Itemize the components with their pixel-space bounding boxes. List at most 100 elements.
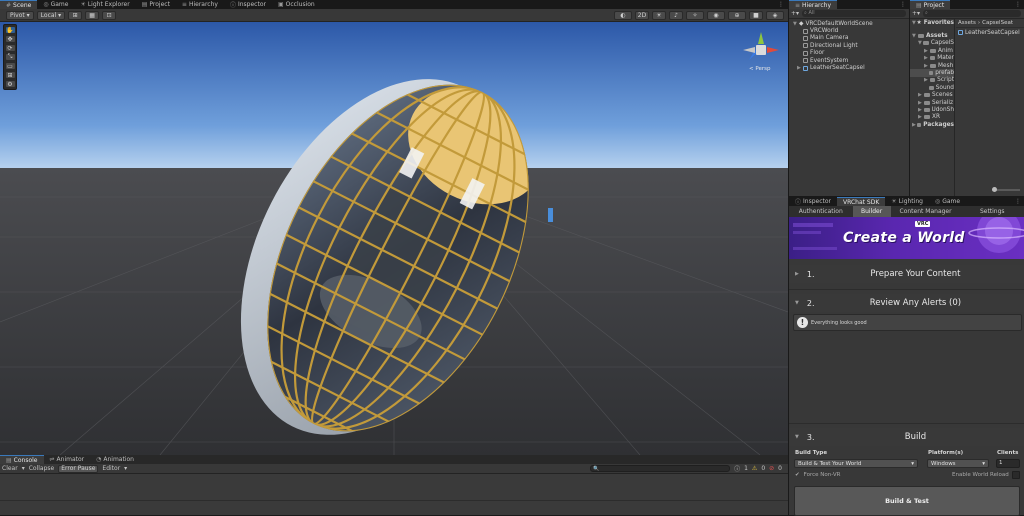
- more-menu-icon[interactable]: ⋮: [1015, 198, 1024, 205]
- project-search-input[interactable]: ⌕: [923, 10, 1021, 17]
- custom-tool-icon[interactable]: ⚙: [4, 80, 16, 88]
- pivot-toggle[interactable]: Pivot ▾: [6, 10, 34, 20]
- collapse-arrow-icon[interactable]: ▼: [795, 434, 799, 440]
- tab-project-panel[interactable]: ▤ Project: [910, 0, 951, 9]
- folder-item[interactable]: Sound: [910, 84, 954, 91]
- nav-settings[interactable]: Settings: [960, 206, 1024, 217]
- force-non-vr-checkbox[interactable]: ✔: [795, 472, 800, 478]
- tab-scene[interactable]: # Scene: [0, 0, 38, 9]
- folder-item[interactable]: ▶ Serializ: [910, 99, 954, 106]
- tab-console[interactable]: ▤ Console: [0, 455, 44, 464]
- expand-arrow-icon[interactable]: ▶: [924, 77, 930, 83]
- collapse-arrow-icon[interactable]: ▼: [795, 300, 799, 306]
- transform-tool-icon[interactable]: ⊞: [4, 71, 16, 79]
- tab-project[interactable]: ▤ Project: [136, 0, 176, 9]
- expand-arrow-icon[interactable]: ▶: [924, 55, 930, 61]
- folder-item[interactable]: ▶ UdonSh: [910, 106, 954, 113]
- hidden-objects-icon[interactable]: ◉: [707, 10, 725, 20]
- hierarchy-search-input[interactable]: ⌕ All: [802, 10, 906, 17]
- folder-item[interactable]: ▶ Anim: [910, 47, 954, 54]
- add-icon[interactable]: +▾: [791, 10, 799, 17]
- hierarchy-item[interactable]: EventSystem: [803, 57, 909, 64]
- assets-folder[interactable]: ▼ Assets: [910, 32, 954, 39]
- tab-game[interactable]: ◎ Game: [37, 0, 74, 9]
- scene-root[interactable]: ▼ ◆ VRCDefaultWorldScene: [793, 20, 909, 27]
- hierarchy-item[interactable]: VRCWorld: [803, 27, 909, 34]
- expand-arrow-icon[interactable]: ▶: [912, 122, 917, 128]
- space-toggle[interactable]: Local ▾: [36, 10, 66, 20]
- scene-camera-icon[interactable]: ◈: [766, 10, 784, 20]
- folder-item[interactable]: ▶ Mater: [910, 55, 954, 62]
- console-search-input[interactable]: 🔍: [590, 465, 731, 472]
- section-review-alerts[interactable]: ▼ 2. Review Any Alerts (0): [789, 294, 1024, 312]
- grid-snap-icon[interactable]: ⊞: [68, 10, 83, 20]
- clear-button[interactable]: Clear: [2, 465, 18, 472]
- clear-dropdown-icon[interactable]: ▾: [22, 465, 25, 472]
- lighting-toggle-icon[interactable]: ☀: [652, 10, 666, 20]
- orientation-gizmo[interactable]: [741, 30, 781, 70]
- asset-item[interactable]: LeatherSeatCapsel: [956, 29, 1024, 36]
- section-prepare-content[interactable]: ▶ 1. Prepare Your Content: [789, 265, 1024, 283]
- increment-snap-icon[interactable]: ⊡: [102, 10, 117, 20]
- tab-light-explorer[interactable]: ☀ Light Explorer: [74, 0, 135, 9]
- tab-lighting[interactable]: ☀ Lighting: [885, 197, 929, 206]
- move-tool-icon[interactable]: ✥: [4, 35, 16, 43]
- favorites-item[interactable]: ▼ ★ Favorites: [910, 19, 954, 26]
- expand-arrow-icon[interactable]: ▶: [795, 271, 799, 277]
- hierarchy-item[interactable]: Floor: [803, 50, 909, 57]
- rotate-tool-icon[interactable]: ⟳: [4, 44, 16, 52]
- 2d-toggle[interactable]: 2D: [635, 10, 649, 20]
- breadcrumb-item[interactable]: Assets: [958, 20, 976, 26]
- add-icon[interactable]: +▾: [912, 10, 920, 17]
- draw-mode-icon[interactable]: ◐: [614, 10, 632, 20]
- expand-arrow-icon[interactable]: ▶: [918, 107, 924, 113]
- scale-tool-icon[interactable]: ⤡: [4, 53, 16, 61]
- warning-count-icon[interactable]: ⚠: [752, 465, 757, 472]
- info-count-icon[interactable]: ⓘ: [734, 464, 740, 473]
- gizmos-icon[interactable]: ⊕: [728, 10, 746, 20]
- folder-item[interactable]: ▶ XR: [910, 114, 954, 121]
- console-log-area[interactable]: [0, 474, 788, 515]
- folder-item[interactable]: ▼ CapselS: [910, 40, 954, 47]
- more-menu-icon[interactable]: ⋮: [778, 1, 788, 8]
- scene-viewport[interactable]: ✋ ✥ ⟳ ⤡ ▭ ⊞ ⚙ < Persp: [0, 22, 788, 455]
- rect-tool-icon[interactable]: ▭: [4, 62, 16, 70]
- tab-hierarchy-panel[interactable]: ≡ Hierarchy: [789, 0, 838, 9]
- hierarchy-item[interactable]: Directional Light: [803, 42, 909, 49]
- build-type-dropdown[interactable]: Build & Test Your World ▾: [794, 459, 918, 468]
- packages-folder[interactable]: ▶ Packages: [910, 121, 954, 128]
- error-count-icon[interactable]: ⊘: [769, 465, 774, 472]
- hand-tool-icon[interactable]: ✋: [4, 26, 16, 34]
- nav-authentication[interactable]: Authentication: [789, 206, 853, 217]
- editor-dropdown-icon[interactable]: ▾: [124, 465, 127, 472]
- error-pause-button[interactable]: Error Pause: [58, 464, 99, 473]
- zoom-slider-handle[interactable]: [992, 187, 997, 192]
- folder-item[interactable]: ▶ Scenes: [910, 92, 954, 99]
- tab-inspector-panel[interactable]: ⓘ Inspector: [789, 197, 837, 206]
- tab-game-panel[interactable]: ◎ Game: [929, 197, 966, 206]
- nav-content-manager[interactable]: Content Manager: [891, 206, 961, 217]
- editor-button[interactable]: Editor: [102, 465, 120, 472]
- folder-item-selected[interactable]: prefab: [910, 69, 954, 77]
- camera-icon[interactable]: ■: [749, 10, 763, 20]
- more-menu-icon[interactable]: ⋮: [900, 1, 909, 8]
- zoom-slider[interactable]: [992, 187, 1020, 192]
- enable-world-reload-checkbox[interactable]: [1012, 471, 1020, 479]
- tab-inspector[interactable]: ⓘ Inspector: [224, 0, 272, 9]
- persp-label[interactable]: < Persp: [749, 66, 770, 72]
- grid-icon[interactable]: ▦: [85, 10, 100, 20]
- hierarchy-item[interactable]: ▶ LeatherSeatCapsel: [797, 64, 909, 71]
- tab-occlusion[interactable]: ▣ Occlusion: [272, 0, 321, 9]
- tab-animator[interactable]: ⇌ Animator: [44, 455, 91, 464]
- folder-item[interactable]: ▶ Script: [910, 77, 954, 84]
- more-menu-icon[interactable]: ⋮: [1015, 1, 1024, 8]
- section-build[interactable]: ▼ 3. Build: [789, 428, 1024, 446]
- breadcrumb-item[interactable]: CapselSeat: [982, 20, 1013, 26]
- build-and-test-button[interactable]: Build & Test: [794, 486, 1020, 516]
- audio-toggle-icon[interactable]: ♪: [669, 10, 683, 20]
- tab-hierarchy[interactable]: ≡ Hierarchy: [176, 0, 224, 9]
- folder-item[interactable]: ▶ Mesh: [910, 62, 954, 69]
- nav-builder[interactable]: Builder: [852, 206, 891, 217]
- hierarchy-item[interactable]: Main Camera: [803, 35, 909, 42]
- tab-vrchat-sdk[interactable]: VRChat SDK: [837, 197, 886, 206]
